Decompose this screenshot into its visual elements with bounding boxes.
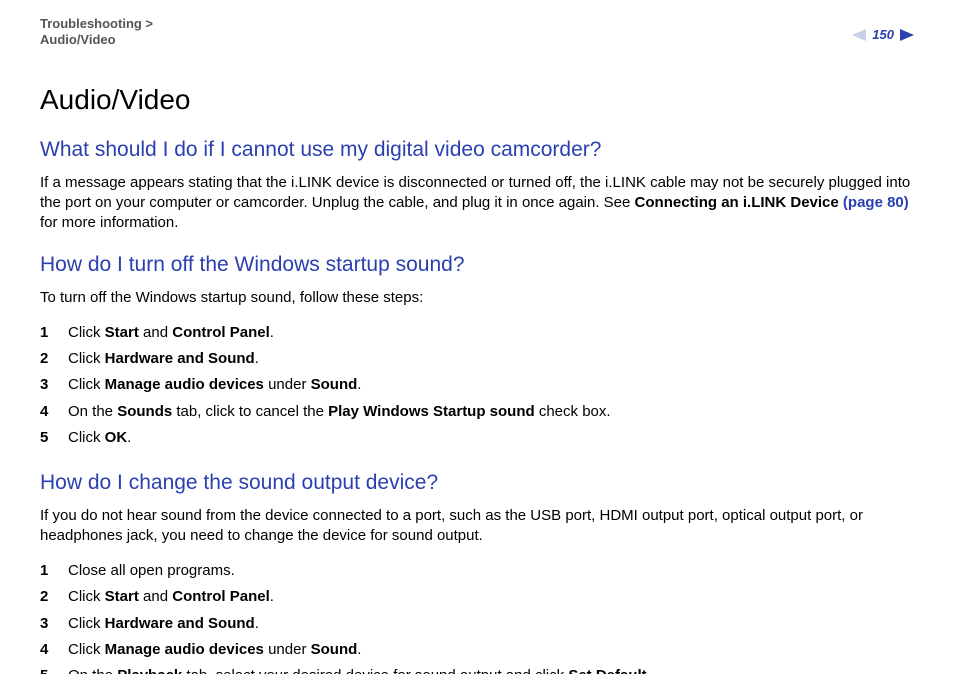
document-page: Troubleshooting > Audio/Video 150 Audio/… bbox=[0, 0, 954, 674]
section-heading: What should I do if I cannot use my digi… bbox=[40, 136, 914, 164]
paragraph: To turn off the Windows startup sound, f… bbox=[40, 288, 914, 308]
step-list: Click Start and Control Panel. Click Har… bbox=[40, 320, 914, 451]
breadcrumb-line-1: Troubleshooting > bbox=[40, 16, 153, 31]
list-item: Click Start and Control Panel. bbox=[40, 584, 914, 610]
list-item: Click Manage audio devices under Sound. bbox=[40, 637, 914, 663]
list-item: On the Playback tab, select your desired… bbox=[40, 663, 914, 674]
page-navigation: 150 bbox=[852, 26, 914, 44]
page-header: Troubleshooting > Audio/Video 150 bbox=[40, 16, 914, 49]
text: for more information. bbox=[40, 214, 178, 231]
page-number: 150 bbox=[872, 26, 894, 44]
breadcrumb: Troubleshooting > Audio/Video bbox=[40, 16, 153, 49]
list-item: Close all open programs. bbox=[40, 558, 914, 584]
section-heading: How do I turn off the Windows startup so… bbox=[40, 251, 914, 279]
paragraph: If a message appears stating that the i.… bbox=[40, 173, 914, 234]
page-title: Audio/Video bbox=[40, 81, 914, 119]
list-item: Click Start and Control Panel. bbox=[40, 320, 914, 346]
list-item: Click Hardware and Sound. bbox=[40, 611, 914, 637]
page-reference-link[interactable]: (page 80) bbox=[843, 194, 909, 211]
list-item: On the Sounds tab, click to cancel the P… bbox=[40, 399, 914, 425]
prev-page-icon[interactable] bbox=[852, 29, 866, 41]
next-page-icon[interactable] bbox=[900, 29, 914, 41]
text-bold: Connecting an i.LINK Device bbox=[635, 194, 843, 211]
breadcrumb-line-2: Audio/Video bbox=[40, 32, 116, 47]
step-list: Close all open programs. Click Start and… bbox=[40, 558, 914, 674]
paragraph: If you do not hear sound from the device… bbox=[40, 506, 914, 547]
section-heading: How do I change the sound output device? bbox=[40, 469, 914, 497]
list-item: Click OK. bbox=[40, 425, 914, 451]
list-item: Click Manage audio devices under Sound. bbox=[40, 372, 914, 398]
list-item: Click Hardware and Sound. bbox=[40, 346, 914, 372]
